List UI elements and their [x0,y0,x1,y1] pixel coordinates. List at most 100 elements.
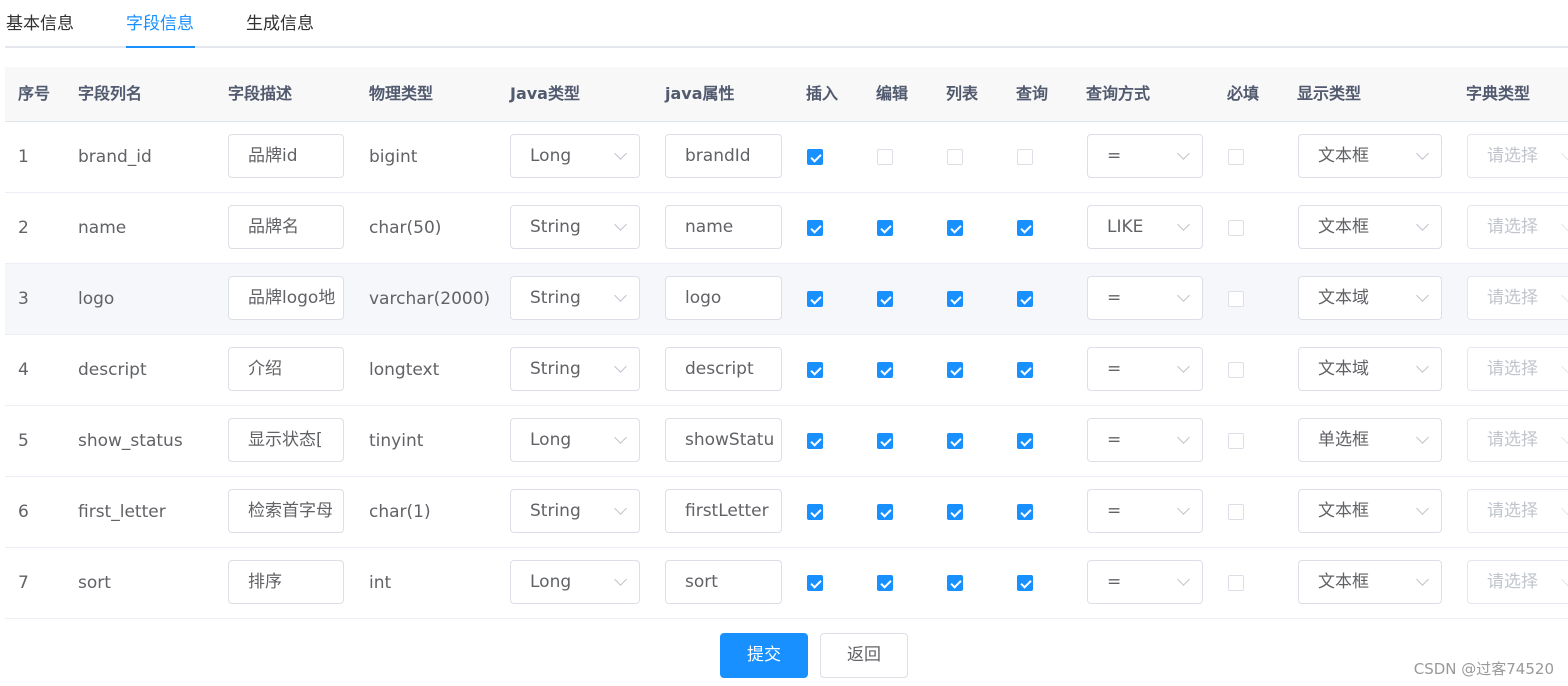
dict-type-select-value: 请选择 [1487,501,1538,521]
display-type-select[interactable]: 文本框 [1298,560,1442,604]
query-type-select[interactable]: = [1087,134,1203,178]
insert-checkbox[interactable] [807,291,823,307]
display-type-select[interactable]: 文本框 [1298,205,1442,249]
query-checkbox[interactable] [1017,504,1033,520]
edit-checkbox[interactable] [877,575,893,591]
list-checkbox[interactable] [947,504,963,520]
required-checkbox[interactable] [1228,291,1244,307]
insert-checkbox[interactable] [807,575,823,591]
dict-type-select[interactable]: 请选择 [1467,489,1568,533]
chevron-down-icon [1177,431,1190,444]
insert-checkbox[interactable] [807,149,823,165]
query-checkbox[interactable] [1017,149,1033,165]
description-input[interactable]: 显示状态[ [228,418,344,462]
tab-bar-underline [5,46,1568,48]
dict-type-select[interactable]: 请选择 [1467,276,1568,320]
java-attr-input[interactable]: logo [665,276,782,320]
col-header-required: 必填 [1227,84,1260,103]
edit-checkbox[interactable] [877,362,893,378]
query-type-select[interactable]: LIKE [1087,205,1203,249]
query-type-select-value: LIKE [1107,217,1144,237]
dict-type-select[interactable]: 请选择 [1467,347,1568,391]
dict-type-select[interactable]: 请选择 [1467,205,1568,249]
edit-checkbox[interactable] [877,433,893,449]
java-type-select[interactable]: String [510,205,640,249]
active-tab-indicator [126,46,195,48]
description-value: 品牌logo地 [248,288,336,308]
query-checkbox[interactable] [1017,362,1033,378]
required-checkbox[interactable] [1228,575,1244,591]
java-attr-input[interactable]: name [665,205,782,249]
query-type-select-value: = [1107,359,1122,379]
query-type-select[interactable]: = [1087,276,1203,320]
java-type-select[interactable]: String [510,276,640,320]
java-type-select[interactable]: String [510,347,640,391]
java-attr-input[interactable]: showStatu [665,418,782,462]
insert-checkbox[interactable] [807,433,823,449]
query-checkbox[interactable] [1017,291,1033,307]
display-type-select[interactable]: 单选框 [1298,418,1442,462]
dict-type-select[interactable]: 请选择 [1467,134,1568,178]
row-index: 1 [18,147,29,167]
insert-checkbox[interactable] [807,220,823,236]
required-checkbox[interactable] [1228,504,1244,520]
list-checkbox[interactable] [947,433,963,449]
list-checkbox[interactable] [947,149,963,165]
description-input[interactable]: 检索首字母 [228,489,344,533]
display-type-select[interactable]: 文本框 [1298,489,1442,533]
java-attr-input[interactable]: brandId [665,134,782,178]
query-checkbox[interactable] [1017,575,1033,591]
description-input[interactable]: 介绍 [228,347,344,391]
back-button[interactable]: 返回 [820,633,908,678]
query-checkbox[interactable] [1017,433,1033,449]
insert-checkbox[interactable] [807,504,823,520]
edit-checkbox[interactable] [877,291,893,307]
required-checkbox[interactable] [1228,362,1244,378]
table-row: 5 show_status 显示状态[tinyint Long showStatu = 单选… [5,406,1568,477]
chevron-down-icon [1416,147,1429,160]
dict-type-select[interactable]: 请选择 [1467,418,1568,462]
required-checkbox[interactable] [1228,220,1244,236]
dict-type-select-value: 请选择 [1487,430,1538,450]
submit-button[interactable]: 提交 [720,633,808,678]
java-type-select[interactable]: Long [510,560,640,604]
java-type-select[interactable]: Long [510,134,640,178]
list-checkbox[interactable] [947,291,963,307]
physical-type: varchar(2000) [369,289,491,309]
java-attr-input[interactable]: descript [665,347,782,391]
tab-field-info[interactable]: 字段信息 [126,12,194,36]
display-type-select[interactable]: 文本域 [1298,276,1442,320]
list-checkbox[interactable] [947,220,963,236]
description-input[interactable]: 品牌名 [228,205,344,249]
edit-checkbox[interactable] [877,220,893,236]
required-checkbox[interactable] [1228,433,1244,449]
java-attr-input[interactable]: firstLetter [665,489,782,533]
java-attr-input[interactable]: sort [665,560,782,604]
col-header-column-name: 字段列名 [78,84,143,103]
description-input[interactable]: 品牌id [228,134,344,178]
java-type-select[interactable]: Long [510,418,640,462]
list-checkbox[interactable] [947,362,963,378]
query-type-select[interactable]: = [1087,489,1203,533]
dict-type-select[interactable]: 请选择 [1467,560,1568,604]
dict-type-select-value: 请选择 [1487,217,1538,237]
required-checkbox[interactable] [1228,149,1244,165]
query-type-select[interactable]: = [1087,418,1203,462]
java-attr-value: sort [685,572,718,592]
description-input[interactable]: 排序 [228,560,344,604]
query-type-select[interactable]: = [1087,560,1203,604]
query-checkbox[interactable] [1017,220,1033,236]
query-type-select[interactable]: = [1087,347,1203,391]
display-type-select[interactable]: 文本框 [1298,134,1442,178]
chevron-down-icon [1561,147,1568,160]
display-type-select[interactable]: 文本域 [1298,347,1442,391]
tab-basic-info[interactable]: 基本信息 [6,12,74,36]
tab-generate-info[interactable]: 生成信息 [246,12,314,36]
insert-checkbox[interactable] [807,362,823,378]
list-checkbox[interactable] [947,575,963,591]
edit-checkbox[interactable] [877,504,893,520]
java-type-select[interactable]: String [510,489,640,533]
chevron-down-icon [1561,431,1568,444]
edit-checkbox[interactable] [877,149,893,165]
description-input[interactable]: 品牌logo地 [228,276,344,320]
